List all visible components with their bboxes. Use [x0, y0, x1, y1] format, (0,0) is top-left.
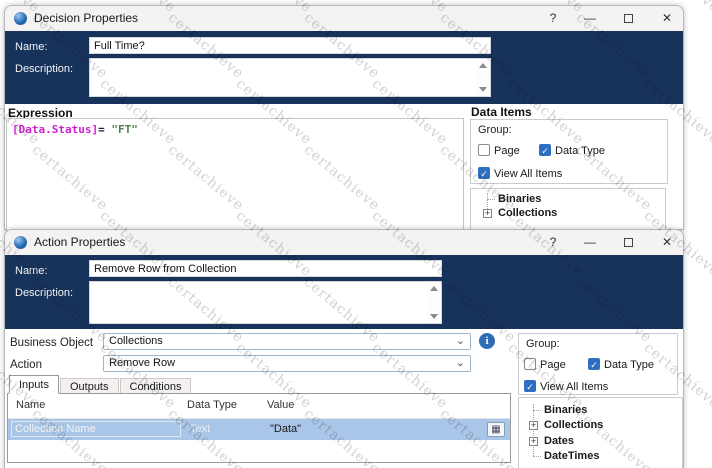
inputs-table-header: Name Data Type Value: [8, 394, 510, 419]
tree-leaf-tick: [487, 199, 495, 200]
decision-titlebar[interactable]: Decision Properties ? — ✕: [5, 6, 683, 31]
table-row[interactable]: Collection Name Text "Data" ▦: [8, 419, 510, 440]
scroll-up-icon[interactable]: [479, 63, 487, 68]
description-label: Description:: [15, 63, 73, 75]
tab-inputs[interactable]: Inputs: [9, 375, 59, 394]
view-all-items-checkbox-label: View All Items: [540, 381, 608, 393]
tree-expand-icon[interactable]: +: [529, 421, 538, 430]
action-properties-dialog: Action Properties ? — ✕ Name: Descriptio…: [4, 229, 684, 468]
column-header-name[interactable]: Name: [16, 399, 45, 411]
page-checkbox[interactable]: [524, 358, 536, 370]
blue-prism-stage-icon: [14, 12, 27, 25]
tab-outputs[interactable]: Outputs: [60, 378, 119, 394]
action-name-input[interactable]: [89, 260, 442, 277]
view-all-items-checkbox-label: View All Items: [494, 168, 562, 180]
action-titlebar[interactable]: Action Properties ? — ✕: [5, 230, 683, 255]
data-type-checkbox-label: Data Type: [604, 359, 654, 371]
group-label: Group:: [478, 124, 512, 136]
data-items-label: Data Items: [471, 105, 532, 119]
row-data-type-cell[interactable]: Text: [190, 423, 210, 435]
help-button[interactable]: ?: [542, 10, 564, 27]
tree-item-collections[interactable]: Collections: [498, 207, 557, 219]
column-header-value[interactable]: Value: [267, 399, 294, 411]
action-description-textarea[interactable]: [89, 281, 442, 324]
decision-header-band: Name: Description:: [5, 31, 683, 104]
tree-item-binaries[interactable]: Binaries: [498, 193, 541, 205]
view-all-items-checkbox[interactable]: ✓: [478, 167, 490, 179]
action-group-box: Group: Page ✓ Data Type ✓ View All Items: [518, 333, 678, 395]
tree-item-dates[interactable]: Dates: [544, 435, 574, 447]
scroll-up-icon[interactable]: [430, 286, 438, 291]
screen: Decision Properties ? — ✕ Name: Descript…: [0, 0, 712, 468]
info-icon[interactable]: i: [479, 333, 495, 349]
decision-properties-dialog: Decision Properties ? — ✕ Name: Descript…: [4, 5, 684, 230]
name-label: Name:: [15, 41, 47, 53]
page-checkbox[interactable]: [478, 144, 490, 156]
page-checkbox-label: Page: [540, 359, 566, 371]
collection-picker-button[interactable]: ▦: [487, 422, 505, 437]
tree-item-binaries[interactable]: Binaries: [544, 404, 587, 416]
business-object-label: Business Object: [10, 337, 93, 349]
tab-conditions[interactable]: Conditions: [120, 378, 192, 394]
chevron-down-icon: ⌄: [456, 356, 465, 369]
decision-group-box: Group: Page ✓ Data Type ✓ View All Items: [470, 119, 668, 184]
chevron-down-icon: ⌄: [456, 334, 465, 347]
data-type-checkbox-label: Data Type: [555, 145, 605, 157]
decision-data-items-tree: Binaries + Collections: [470, 188, 666, 231]
scroll-down-icon[interactable]: [430, 314, 438, 319]
close-button[interactable]: ✕: [656, 234, 678, 251]
tree-leaf-tick: [533, 410, 541, 411]
scroll-down-icon[interactable]: [479, 87, 487, 92]
data-type-checkbox[interactable]: ✓: [588, 358, 600, 370]
description-label: Description:: [15, 287, 73, 299]
maximize-icon: [624, 14, 633, 23]
io-tabs: Inputs Outputs Conditions: [9, 375, 192, 394]
tree-item-collections[interactable]: Collections: [544, 419, 603, 431]
maximize-button[interactable]: [617, 234, 639, 251]
tree-item-datetimes[interactable]: DateTimes: [544, 450, 599, 462]
decision-dialog-title: Decision Properties: [34, 11, 138, 25]
close-button[interactable]: ✕: [656, 10, 678, 27]
action-header-band: Name: Description:: [5, 255, 683, 329]
expression-operator: =: [98, 123, 111, 136]
business-object-value: Collections: [109, 335, 163, 347]
action-dropdown[interactable]: Remove Row ⌄: [103, 355, 471, 372]
tree-expand-icon[interactable]: +: [483, 209, 492, 218]
minimize-button[interactable]: —: [579, 234, 601, 251]
decision-description-textarea[interactable]: [89, 58, 491, 97]
tree-connector-line: [533, 404, 534, 456]
inputs-table: Name Data Type Value Collection Name Tex…: [7, 393, 511, 463]
action-label: Action: [10, 359, 42, 371]
action-dialog-title: Action Properties: [34, 235, 125, 249]
action-data-items-tree: Binaries + Collections + Dates DateTimes: [518, 397, 683, 468]
column-header-data-type[interactable]: Data Type: [187, 399, 237, 411]
minimize-button[interactable]: —: [579, 10, 601, 27]
view-all-items-checkbox[interactable]: ✓: [524, 380, 536, 392]
name-label: Name:: [15, 265, 47, 277]
data-type-checkbox[interactable]: ✓: [539, 144, 551, 156]
textarea-scrollbar[interactable]: [427, 283, 440, 322]
blue-prism-stage-icon: [14, 236, 27, 249]
maximize-icon: [624, 238, 633, 247]
group-label: Group:: [526, 338, 560, 350]
action-value: Remove Row: [109, 357, 175, 369]
decision-name-input[interactable]: [89, 37, 491, 54]
help-button[interactable]: ?: [542, 234, 564, 251]
expression-editor[interactable]: [Data.Status]= "FT": [6, 118, 464, 231]
expression-data-reference: [Data.Status]: [12, 123, 98, 136]
row-value-cell[interactable]: "Data": [270, 423, 301, 435]
tree-expand-icon[interactable]: +: [529, 437, 538, 446]
page-checkbox-label: Page: [494, 145, 520, 157]
row-name-cell[interactable]: Collection Name: [11, 421, 181, 437]
maximize-button[interactable]: [617, 10, 639, 27]
business-object-dropdown[interactable]: Collections ⌄: [103, 333, 471, 350]
textarea-scrollbar[interactable]: [476, 60, 489, 95]
expression-value: "FT": [111, 123, 138, 136]
tree-leaf-tick: [533, 456, 541, 457]
